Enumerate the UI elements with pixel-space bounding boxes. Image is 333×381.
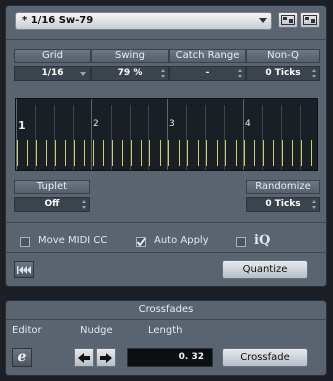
swing-position-marker (235, 140, 237, 166)
grid-position-marker (54, 140, 56, 166)
swing-position-marker (197, 140, 199, 166)
editor-icon: ℯ (17, 349, 27, 365)
remove-preset-icon (303, 15, 317, 25)
remove-preset-button[interactable] (300, 12, 320, 28)
nudge-left-button[interactable] (74, 348, 94, 367)
tuplet-select[interactable]: Off (14, 197, 90, 212)
divider (6, 222, 326, 223)
nudge-label: Nudge (80, 325, 113, 336)
swing-position-marker (84, 140, 86, 166)
bar-number: 4 (245, 119, 251, 129)
swing-position-marker (254, 140, 256, 166)
stepper-icon[interactable] (161, 69, 166, 78)
grid-position-marker (300, 140, 302, 166)
quantize-button[interactable]: Quantize (222, 260, 308, 279)
crossfades-panel: Crossfades Editor Nudge Length ℯ 0. 32 C… (5, 300, 327, 376)
grid-position-marker (225, 140, 227, 166)
swing-position-marker (311, 140, 313, 166)
swing-field[interactable]: 79 % (91, 66, 169, 81)
stepper-icon[interactable] (312, 69, 317, 78)
swing-position-marker (46, 140, 48, 166)
editor-label: Editor (12, 325, 42, 336)
tuplet-value: Off (44, 199, 60, 209)
arrow-right-icon (100, 353, 112, 363)
swing-value: 79 % (117, 68, 143, 78)
grid-label: Grid (14, 49, 91, 63)
store-preset-icon (281, 15, 295, 25)
non-q-value: 0 Ticks (265, 68, 301, 78)
chevron-down-icon (259, 18, 267, 23)
arrow-left-icon (78, 353, 90, 363)
move-midi-cc-checkbox[interactable] (20, 237, 30, 247)
catch-range-field[interactable]: - (169, 66, 246, 81)
stepper-icon[interactable] (238, 69, 243, 78)
grid-position-marker (130, 140, 132, 166)
crossfades-title: Crossfades (6, 301, 326, 320)
stepper-icon[interactable] (82, 200, 87, 209)
move-midi-cc-label: Move MIDI CC (38, 235, 108, 246)
grid-position-marker (73, 140, 75, 166)
iq-label: iQ (254, 233, 271, 248)
randomize-label: Randomize (246, 180, 320, 194)
grid-position-marker (17, 140, 18, 166)
checkmark-icon (136, 237, 146, 247)
reset-quantize-button[interactable] (14, 261, 34, 278)
grid-position-marker (263, 140, 265, 166)
bar-number: 1 (18, 119, 26, 132)
nudge-right-button[interactable] (96, 348, 116, 367)
bar-number: 2 (93, 119, 99, 129)
grid-position-marker (35, 140, 37, 166)
tuplet-label: Tuplet (14, 180, 90, 194)
divider (6, 252, 326, 253)
non-q-label: Non-Q (246, 49, 320, 63)
catch-range-value: - (205, 68, 210, 78)
quantize-panel: * 1/16 Sw-79 Grid Swing Catch Range Non-… (5, 5, 327, 287)
swing-position-marker (273, 140, 275, 166)
stepper-icon[interactable] (312, 200, 317, 209)
grid-position-marker (92, 140, 94, 166)
grid-position-marker (111, 140, 113, 166)
grid-value: 1/16 (41, 68, 64, 78)
grid-select[interactable]: 1/16 (14, 66, 91, 81)
quantize-preset-select[interactable]: * 1/16 Sw-79 (15, 12, 272, 30)
swing-position-marker (140, 140, 142, 166)
length-field[interactable]: 0. 32 (127, 348, 213, 367)
grid-position-marker (281, 140, 283, 166)
swing-position-marker (178, 140, 180, 166)
crossfade-button[interactable]: Crossfade (222, 348, 308, 367)
rewind-icon (17, 266, 31, 274)
randomize-field[interactable]: 0 Ticks (246, 197, 320, 212)
non-q-field[interactable]: 0 Ticks (246, 66, 320, 81)
swing-position-marker (216, 140, 218, 166)
quantize-grid-display[interactable]: 1 2 3 4 (15, 98, 318, 171)
auto-apply-label: Auto Apply (154, 235, 209, 246)
preset-value: * 1/16 Sw-79 (22, 15, 94, 26)
swing-position-marker (103, 140, 105, 166)
randomize-value: 0 Ticks (265, 199, 301, 209)
divider (6, 39, 326, 40)
swing-position-marker (65, 140, 67, 166)
swing-label: Swing (91, 49, 169, 63)
swing-position-marker (159, 140, 161, 166)
grid-position-marker (244, 140, 246, 166)
crossfade-editor-button[interactable]: ℯ (12, 348, 32, 367)
grid-position-marker (168, 140, 170, 166)
grid-position-marker (149, 140, 151, 166)
swing-position-marker (121, 140, 123, 166)
grid-position-marker (206, 140, 208, 166)
length-label: Length (148, 325, 183, 336)
swing-position-marker (27, 140, 29, 166)
catch-range-label: Catch Range (169, 49, 246, 63)
chevron-down-icon (80, 72, 86, 76)
store-preset-button[interactable] (278, 12, 298, 28)
auto-apply-checkbox[interactable] (136, 237, 146, 247)
iq-checkbox[interactable] (236, 237, 246, 247)
grid-position-marker (187, 140, 189, 166)
swing-position-marker (292, 140, 294, 166)
bar-number: 3 (169, 119, 175, 129)
